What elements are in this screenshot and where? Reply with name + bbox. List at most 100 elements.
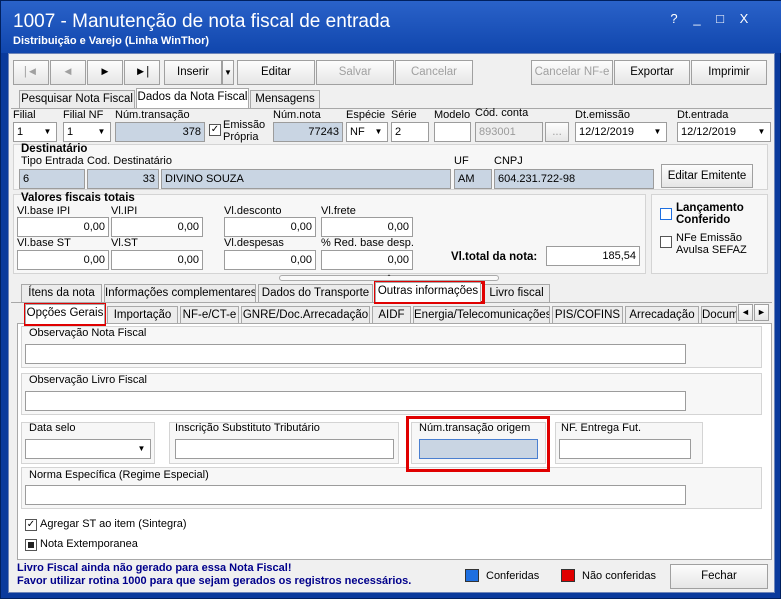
first-record-button[interactable]: |◄ (13, 60, 49, 85)
cod-conta-search-button[interactable]: ... (545, 122, 569, 142)
vl-frete-field[interactable]: 0,00 (321, 217, 413, 237)
tab-dados-nota[interactable]: Dados da Nota Fiscal (136, 88, 249, 108)
dt-emissao-picker[interactable]: 12/12/2019 ▼ (575, 122, 667, 142)
prev-record-button[interactable]: ◄ (50, 60, 86, 85)
insert-button[interactable]: Inserir (164, 60, 222, 85)
vl-base-st-label: Vl.base ST (17, 237, 71, 249)
close-icon[interactable]: X (734, 10, 754, 28)
nfe-emissao-checkbox[interactable] (660, 236, 672, 248)
vl-desconto-field[interactable]: 0,00 (224, 217, 316, 237)
nota-extemporanea-checkbox[interactable] (25, 539, 37, 551)
tab-scroll-right-icon[interactable]: ► (754, 304, 769, 321)
tab-info-complementares[interactable]: Informações complementares (104, 284, 256, 302)
red-base-field[interactable]: 0,00 (321, 250, 413, 270)
tab-itens-nota[interactable]: Ítens da nota (21, 284, 102, 302)
vl-base-ipi-field[interactable]: 0,00 (17, 217, 109, 237)
cod-destinatario-field[interactable]: 33 (87, 169, 159, 189)
cod-conta-field[interactable]: 893001 (475, 122, 543, 142)
tab-importacao[interactable]: Importação (107, 306, 178, 324)
tab-mensagens[interactable]: Mensagens (250, 90, 320, 108)
especie-select[interactable]: NF ▼ (346, 122, 388, 142)
vl-st-field[interactable]: 0,00 (111, 250, 203, 270)
tab-aidf[interactable]: AIDF (372, 306, 411, 324)
num-nota-label: Núm.nota (273, 109, 321, 121)
dt-entrada-picker[interactable]: 12/12/2019 ▼ (677, 122, 771, 142)
vl-ipi-field[interactable]: 0,00 (111, 217, 203, 237)
obs-nota-label: Observação Nota Fiscal (29, 327, 147, 339)
tipo-entrada-field[interactable]: 6 (19, 169, 85, 189)
edit-button[interactable]: Editar (237, 60, 315, 85)
close-button[interactable]: Fechar (670, 564, 768, 589)
emissao-propria-checkbox[interactable]: ✓ (209, 124, 221, 136)
tab-nfe-cte[interactable]: NF-e/CT-e (180, 306, 239, 324)
cnpj-field[interactable]: 604.231.722-98 (494, 169, 654, 189)
dt-emissao-value: 12/12/2019 (579, 126, 635, 138)
vl-base-st-field[interactable]: 0,00 (17, 250, 109, 270)
nfe-emissao-label: NFe Emissão Avulsa SEFAZ (676, 232, 747, 256)
norma-label: Norma Específica (Regime Especial) (29, 469, 209, 481)
last-record-button[interactable]: ►| (124, 60, 160, 85)
norma-field[interactable] (25, 485, 686, 505)
destinatario-nome-field[interactable]: DIVINO SOUZA (161, 169, 451, 189)
num-nota-field[interactable]: 77243 (273, 122, 343, 142)
edit-emitente-button[interactable]: Editar Emitente (661, 164, 753, 188)
minimize-icon[interactable]: _ (687, 10, 707, 28)
tab-dados-transporte[interactable]: Dados do Transporte (258, 284, 373, 302)
red-base-label: % Red. base desp. (321, 237, 414, 249)
cancel-nfe-button[interactable]: Cancelar NF-e (531, 60, 613, 85)
chevron-down-icon: ▼ (757, 127, 766, 136)
cnpj-label: CNPJ (494, 155, 523, 167)
vl-despesas-label: Vl.despesas (224, 237, 284, 249)
checkbox-indeterminate-mark (28, 542, 34, 548)
filial-nf-select[interactable]: 1 ▼ (63, 122, 111, 142)
next-record-button[interactable]: ► (87, 60, 123, 85)
vl-despesas-field[interactable]: 0,00 (224, 250, 316, 270)
data-selo-picker[interactable]: ▼ (25, 439, 151, 459)
lancamento-conferido-label: Lançamento Conferido (676, 202, 744, 226)
tipo-entrada-label: Tipo Entrada (21, 155, 84, 167)
vl-frete-label: Vl.frete (321, 205, 356, 217)
uf-field[interactable]: AM (454, 169, 492, 189)
tab-arrecadacao[interactable]: Arrecadação (625, 306, 699, 324)
legend-red-swatch (561, 569, 575, 582)
uf-label: UF (454, 155, 469, 167)
filial-nf-value: 1 (67, 126, 74, 138)
window-subtitle: Distribuição e Varejo (Linha WinThor) (13, 35, 210, 47)
tab-outras-informacoes[interactable]: Outras informações (375, 282, 481, 302)
warning-line-1: Livro Fiscal ainda não gerado para essa … (17, 562, 292, 574)
maximize-icon[interactable]: □ (710, 10, 730, 28)
export-button[interactable]: Exportar (614, 60, 690, 85)
tab-pis-cofins[interactable]: PIS/COFINS (552, 306, 623, 324)
obs-livro-field[interactable] (25, 391, 686, 411)
vl-base-ipi-label: Vl.base IPI (17, 205, 71, 217)
tab-energia-telecom[interactable]: Energia/Telecomunicações (413, 306, 550, 324)
lancamento-conferido-checkbox[interactable] (660, 208, 672, 220)
serie-field[interactable]: 2 (391, 122, 429, 142)
cancel-button[interactable]: Cancelar (395, 60, 473, 85)
insert-dropdown-icon[interactable]: ▼ (222, 60, 234, 85)
help-icon[interactable]: ? (664, 10, 684, 28)
modelo-field[interactable] (434, 122, 471, 142)
tab-documentos[interactable]: Docum (701, 306, 737, 324)
agregar-st-checkbox[interactable]: ✓ (25, 519, 37, 531)
window-title: 1007 - Manutenção de nota fiscal de entr… (13, 11, 391, 32)
vl-total-field[interactable]: 185,54 (546, 246, 640, 266)
num-transacao-field[interactable]: 378 (115, 122, 205, 142)
tab-pesquisar[interactable]: Pesquisar Nota Fiscal (19, 90, 135, 108)
save-button[interactable]: Salvar (316, 60, 394, 85)
client-area: |◄ ◄ ► ►| Inserir ▼ Editar Salvar Cancel… (8, 53, 775, 593)
tab-scroll-left-icon[interactable]: ◄ (738, 304, 753, 321)
tab-gnre[interactable]: GNRE/Doc.Arrecadação (241, 306, 370, 324)
legend-nao-conferidas: Não conferidas (582, 570, 656, 582)
obs-nota-field[interactable] (25, 344, 686, 364)
tab-opcoes-gerais[interactable]: Opções Gerais (25, 304, 105, 324)
filial-select[interactable]: 1 ▼ (13, 122, 57, 142)
inscricao-field[interactable] (175, 439, 394, 459)
chevron-down-icon: ▼ (374, 127, 383, 136)
destinatario-title: Destinatário (21, 143, 88, 155)
nf-entrega-label: NF. Entrega Fut. (561, 422, 642, 434)
print-button[interactable]: Imprimir (691, 60, 767, 85)
tab-livro-fiscal[interactable]: Livro fiscal (483, 284, 550, 302)
nf-entrega-field[interactable] (559, 439, 691, 459)
nota-extemporanea-label: Nota Extemporanea (40, 538, 138, 550)
